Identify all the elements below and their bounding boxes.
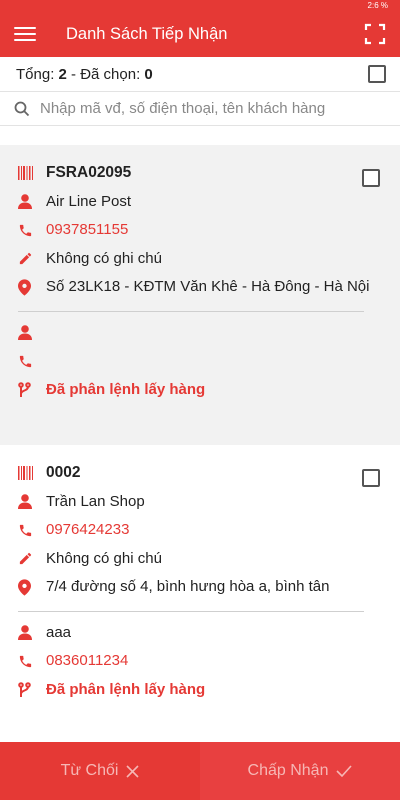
menu-icon[interactable] xyxy=(14,23,36,45)
order-address: 7/4 đường số 4, bình hưng hòa a, bình tâ… xyxy=(46,578,330,595)
divider xyxy=(18,610,364,612)
reject-label: Từ Chối xyxy=(60,762,119,779)
accept-button[interactable]: Chấp Nhận xyxy=(200,742,400,800)
order-status: Đã phân lệnh lấy hàng xyxy=(46,380,206,398)
selected-count: 0 xyxy=(144,65,153,83)
customer-phone[interactable]: 0976424233 xyxy=(46,517,384,543)
pencil-icon xyxy=(18,546,46,572)
order-card[interactable]: 0002 Trần Lan Shop 0976424233 Không có g… xyxy=(0,445,400,719)
selection-summary: Tổng: 2 - Đã chọn: 0 xyxy=(0,57,400,92)
user-icon xyxy=(18,189,46,215)
reject-button[interactable]: Từ Chối xyxy=(0,742,200,800)
order-checkbox[interactable] xyxy=(362,169,380,187)
customer-name: Trần Lan Shop xyxy=(46,492,145,510)
status-text: 2:6 % xyxy=(367,1,388,10)
status-bar: 2:6 % xyxy=(0,0,400,11)
search-input[interactable] xyxy=(40,100,386,117)
order-code: FSRA02095 xyxy=(46,164,132,181)
phone-icon xyxy=(18,648,46,674)
order-note: Không có ghi chú xyxy=(46,549,162,567)
phone-icon xyxy=(18,517,46,543)
search-icon xyxy=(14,101,30,116)
divider xyxy=(18,310,364,312)
customer-phone[interactable]: 0937851155 xyxy=(46,217,384,243)
pencil-icon xyxy=(18,246,46,272)
user-icon xyxy=(18,320,46,346)
app-bar: Danh Sách Tiếp Nhận xyxy=(0,11,400,57)
order-address: Số 23LK18 - KĐTM Văn Khê - Hà Đông - Hà … xyxy=(46,278,370,295)
total-count: 2 xyxy=(58,65,67,83)
receiver-name: aaa xyxy=(46,623,72,641)
order-checkbox[interactable] xyxy=(362,469,380,487)
page-title: Danh Sách Tiếp Nhận xyxy=(66,24,228,43)
user-icon xyxy=(18,620,46,646)
order-card[interactable]: FSRA02095 Air Line Post 0937851155 Không… xyxy=(0,145,400,445)
phone-icon xyxy=(18,217,46,243)
user-icon xyxy=(18,489,46,515)
check-icon xyxy=(336,765,353,777)
customer-name: Air Line Post xyxy=(46,192,132,210)
select-all-checkbox[interactable] xyxy=(368,65,386,83)
route-icon xyxy=(18,677,46,703)
order-note: Không có ghi chú xyxy=(46,249,162,267)
total-label: Tổng: xyxy=(16,65,59,83)
close-icon xyxy=(126,764,139,778)
route-icon xyxy=(18,377,46,403)
order-status: Đã phân lệnh lấy hàng xyxy=(46,680,206,698)
fullscreen-icon[interactable] xyxy=(364,23,386,45)
search-bar xyxy=(0,92,400,126)
location-icon xyxy=(18,574,46,600)
barcode-icon xyxy=(18,460,46,486)
location-icon xyxy=(18,274,46,300)
selected-label: - Đã chọn: xyxy=(66,65,145,83)
order-code: 0002 xyxy=(46,464,81,481)
action-footer: Từ Chối Chấp Nhận xyxy=(0,742,400,800)
receiver-phone[interactable]: 0836011234 xyxy=(46,648,384,674)
barcode-icon xyxy=(18,160,46,186)
order-list: FSRA02095 Air Line Post 0937851155 Không… xyxy=(0,145,400,719)
phone-icon xyxy=(18,348,46,374)
accept-label: Chấp Nhận xyxy=(247,762,329,779)
